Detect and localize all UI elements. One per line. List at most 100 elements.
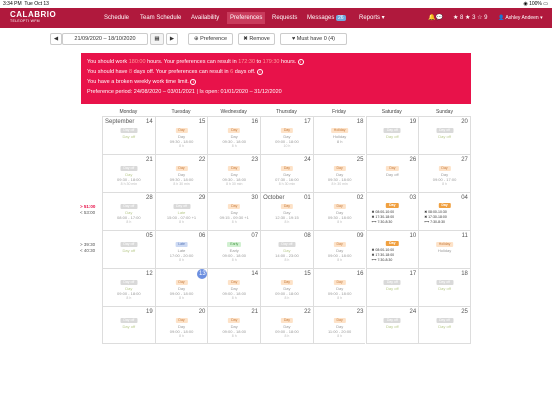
info-icon[interactable]: i — [256, 68, 263, 75]
day-cell[interactable]: 13 Day Day 09:00 - 18:00 8 h — [154, 268, 208, 306]
day-number: 23 — [356, 309, 364, 315]
preference-badge: Day off — [383, 280, 401, 285]
nav-availability[interactable]: Availability — [191, 14, 219, 22]
nav-schedule[interactable]: Schedule — [104, 14, 129, 22]
day-cell[interactable]: 21 Day Day 09:00 - 18:00 8 h — [207, 306, 261, 344]
day-header-friday: Friday — [332, 109, 347, 115]
day-number: 14 — [146, 119, 153, 125]
day-cell[interactable]: 18 Day off Day off — [418, 268, 471, 306]
remove-button[interactable]: ✖ Remove — [238, 33, 275, 45]
nav-team-schedule[interactable]: Team Schedule — [140, 14, 181, 22]
day-number: 23 — [251, 157, 259, 163]
day-cell[interactable]: 10 Day ✖ 08:00-10:00 ✖ 17:30-18:00 ⟷ 7:30-8:… — [365, 230, 419, 268]
next-period-button[interactable]: ▶ — [166, 33, 178, 45]
preference-badge: Holiday — [435, 242, 454, 247]
prev-period-button[interactable]: ◀ — [50, 33, 62, 45]
user-menu[interactable]: 👤 Ashley Andeen ▾ — [498, 14, 543, 22]
day-header-wednesday: Wednesday — [220, 109, 247, 115]
day-cell[interactable]: 22 Day Day 09:30 - 18:00 8 h 30 min — [154, 154, 208, 192]
day-header-thursday: Thursday — [275, 109, 297, 115]
day-cell[interactable]: 24 Day off Day off — [365, 306, 419, 344]
day-header-saturday: Saturday — [381, 109, 402, 115]
info-icon[interactable]: i — [297, 58, 304, 65]
day-number: 15 — [304, 271, 311, 277]
preference-button[interactable]: ⊕ Preference — [188, 33, 233, 45]
shift-duration: 8 h — [284, 258, 290, 262]
preference-badge: Day off — [436, 128, 454, 133]
preference-badge: Day — [333, 166, 346, 171]
day-number: 13 — [197, 269, 208, 279]
day-cell[interactable]: 15 Day Day 09:30 - 18:00 8 h — [154, 116, 208, 154]
day-cell[interactable]: 04 Day ✖ 08:00-10:30 ✖ 17:30-18:00 ⟷ 7:30-8:… — [418, 192, 471, 230]
preference-badge: Day — [438, 166, 451, 171]
day-number: 21 — [146, 157, 153, 163]
preference-badge: Day off — [120, 204, 138, 209]
day-cell[interactable]: 08 Day off Day 14:00 - 23:00 8 h — [260, 230, 313, 268]
shift-name: Holiday — [437, 248, 452, 253]
day-cell[interactable]: 17 Day off Day off — [365, 268, 419, 306]
day-cell[interactable]: 19 Day off Day off — [365, 116, 419, 154]
preference-badge: Day — [228, 204, 241, 209]
calendar-icon[interactable]: ▦ — [150, 33, 164, 45]
day-number: 03 — [409, 195, 417, 201]
day-number: 04 — [461, 195, 468, 201]
date-range-display[interactable]: 21/09/2020 – 18/10/2020 — [62, 33, 148, 45]
nav-preferences[interactable]: Preferences — [227, 12, 266, 24]
day-cell[interactable]: 03 Day ✖ 08:00-10:00 ✖ 17:30-18:00 ⟷ 7:30-8:… — [365, 192, 419, 230]
day-number: 20 — [198, 309, 206, 315]
shift-duration: 8 h — [284, 296, 290, 300]
day-cell[interactable]: 20 Day Day 09:00 - 18:00 8 h — [154, 306, 208, 344]
day-cell[interactable]: 01 October Day Day 12:30 - 19:15 8 h — [260, 192, 313, 230]
day-cell[interactable]: 17 Day Day 09:00 - 18:00 10 h — [260, 116, 313, 154]
day-cell[interactable]: 27 Day Day 09:00 - 17:00 8 h — [418, 154, 471, 192]
day-cell[interactable]: 11 Holiday Holiday — [418, 230, 471, 268]
day-cell[interactable]: 30 Day Day 09:15 - 09:30 +1 8 h — [207, 192, 261, 230]
day-number: 24 — [409, 309, 417, 315]
nav-reports[interactable]: Reports ▾ — [359, 14, 385, 22]
nav-requests[interactable]: Requests — [272, 14, 297, 22]
day-cell[interactable]: 24 Day Day 07:30 - 16:00 8 h 30 min — [260, 154, 313, 192]
day-cell[interactable]: 19 Day off Day off — [102, 306, 155, 344]
day-cell[interactable]: 15 Day Day 09:00 - 18:00 8 h — [260, 268, 313, 306]
preference-badge: Day — [333, 318, 346, 323]
day-cell[interactable]: 21 Day off Day 09:30 - 18:00 8 h 30 min — [102, 154, 155, 192]
day-cell[interactable]: 16 Day Day 09:30 - 18:00 8 h — [207, 116, 261, 154]
day-cell[interactable]: 09 Day Day 09:00 - 18:00 8 h — [312, 230, 366, 268]
day-cell[interactable]: 25 Day Day 09:30 - 18:00 8 h 30 min — [312, 154, 366, 192]
preference-badge: Day — [438, 203, 451, 208]
day-number: 18 — [356, 119, 364, 125]
day-number: 11 — [461, 233, 468, 239]
shift-duration: 8 h — [337, 334, 343, 338]
day-number: 25 — [461, 309, 468, 315]
day-cell[interactable]: 23 Day Day 11:00 - 20:00 8 h — [312, 306, 366, 344]
day-cell[interactable]: 05 Day off Day off — [102, 230, 155, 268]
must-have-button[interactable]: ♥ Must have 0 (4) — [280, 33, 347, 45]
day-cell[interactable]: 18 Holiday Holiday 8 h — [312, 116, 366, 154]
preference-badge: Day — [228, 280, 241, 285]
day-cell[interactable]: 16 Day Day 09:00 - 18:00 8 h — [312, 268, 366, 306]
nav-messages[interactable]: Messages 26 — [307, 14, 346, 22]
day-cell[interactable]: 06 Late Late 17:00 - 20:00 8 h — [154, 230, 208, 268]
shift-duration: 8 h — [284, 334, 290, 338]
day-cell[interactable]: 20 Day off Day off — [418, 116, 471, 154]
day-cell[interactable]: 25 Day off Day off — [418, 306, 471, 344]
day-cell[interactable]: 07 Early Early 09:00 - 18:00 8 h — [207, 230, 261, 268]
day-cell[interactable]: 12 Day off Day 09:00 - 18:00 8 h — [102, 268, 155, 306]
day-cell[interactable]: 14 September Day off Day off — [102, 116, 155, 154]
preference-badge: Day off — [383, 128, 401, 133]
day-number: 14 — [251, 271, 259, 277]
day-cell[interactable]: 23 Day Day 09:30 - 18:00 8 h 30 min — [207, 154, 261, 192]
day-cell[interactable]: 22 Day Day 09:00 - 18:00 8 h — [260, 306, 313, 344]
day-cell[interactable]: 14 Day Day 09:00 - 18:00 8 h — [207, 268, 261, 306]
preference-badge: Day off — [120, 280, 138, 285]
info-icon[interactable]: i — [190, 78, 197, 85]
day-cell[interactable]: 02 Day Day 09:30 - 18:00 8 h — [312, 192, 366, 230]
notifications-icon[interactable]: 🔔💬 — [428, 14, 443, 22]
day-number: 22 — [198, 157, 206, 163]
shift-duration: 8 h — [179, 144, 184, 148]
day-cell[interactable]: 29 Day off Late 15:00 - 07:00 +1 8 h — [154, 192, 208, 230]
shift-duration: 8 h — [284, 220, 290, 224]
day-number: 29 — [198, 195, 206, 201]
day-cell[interactable]: 28 Day off Day 08:00 - 17:00 8 h — [102, 192, 155, 230]
day-cell[interactable]: 26 Day Day off — [365, 154, 419, 192]
